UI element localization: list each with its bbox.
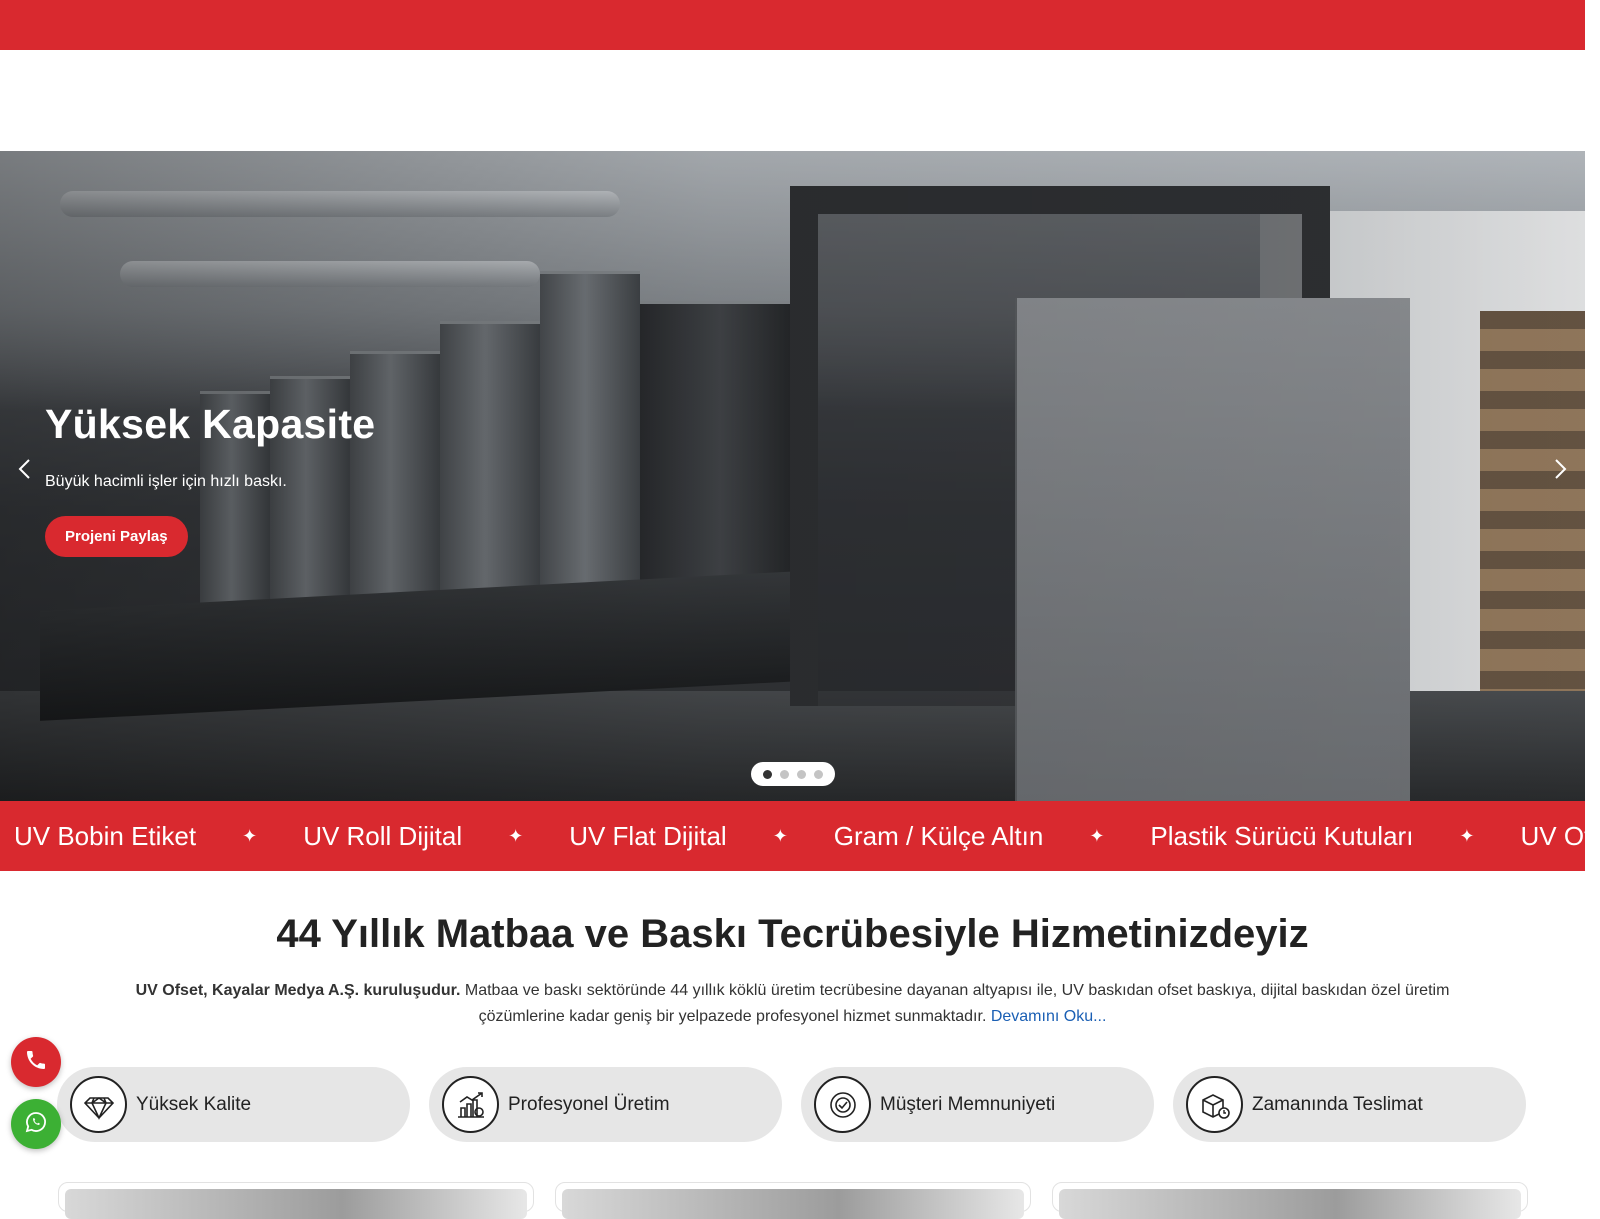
feature-label: Profesyonel Üretim [508,1093,670,1115]
whatsapp-icon [24,1110,48,1139]
whatsapp-button[interactable] [11,1099,61,1149]
top-bar [0,0,1585,50]
star-icon: ✦ [508,825,524,846]
feature-item-delivery: Zamanında Teslimat [1173,1067,1526,1142]
ticker-item: UV Bobin Etiket [14,820,197,851]
slider-dot[interactable] [797,769,806,779]
star-icon: ✦ [1459,825,1475,846]
header-area [0,50,1585,151]
diamond-icon [70,1076,127,1133]
star-icon: ✦ [1089,825,1105,846]
slider-pagination [751,762,835,786]
about-intro-text: Matbaa ve baskı sektöründe 44 yıllık kök… [460,982,1450,1025]
slider-dot[interactable] [814,769,823,779]
about-intro: UV Ofset, Kayalar Medya A.Ş. kuruluşudur… [100,978,1485,1030]
slider-dot[interactable] [780,769,789,779]
about-headline: 44 Yıllık Matbaa ve Baskı Tecrübesiyle H… [276,912,1309,956]
product-card[interactable] [1052,1182,1528,1219]
hero-title: Yüksek Kapasite [45,401,376,447]
product-card-image [562,1189,1024,1219]
feature-label: Zamanında Teslimat [1252,1093,1423,1115]
feature-label: Müşteri Memnuniyeti [880,1093,1056,1115]
product-card[interactable] [58,1182,534,1219]
prev-slide-arrow-icon[interactable] [14,457,38,481]
badge-icon [814,1076,871,1133]
product-card-image [1059,1189,1521,1219]
feature-label: Yüksek Kalite [136,1093,252,1115]
star-icon: ✦ [242,825,258,846]
ticker-item: Plastik Sürücü Kutuları [1150,820,1414,851]
ticker-item: Gram / Külçe Altın [833,820,1044,851]
service-ticker: UV Bobin Etiket ✦ UV Roll Dijital ✦ UV F… [0,801,1585,871]
hero-slider: Yüksek Kapasite Büyük hacimli işler için… [0,151,1585,801]
star-icon: ✦ [772,825,788,846]
product-card[interactable] [555,1182,1031,1219]
feature-list: Yüksek Kalite Profesyonel Üretim Müşteri… [57,1067,1527,1142]
ticker-item: UV Flat Dijital [569,820,727,851]
phone-icon [24,1048,48,1077]
ticker-item: UV Ofset [1520,820,1585,851]
product-card-image [65,1189,527,1219]
slider-dot[interactable] [763,769,772,779]
factory-chart-icon [442,1076,499,1133]
feature-item-production: Profesyonel Üretim [429,1067,782,1142]
about-intro-bold: UV Ofset, Kayalar Medya A.Ş. kuruluşudur… [135,982,461,999]
ticker-item: UV Roll Dijital [303,820,463,851]
hero-subtitle: Büyük hacimli işler için hızlı baskı. [45,473,287,490]
next-slide-arrow-icon[interactable] [1547,457,1571,481]
delivery-box-icon [1186,1076,1243,1133]
phone-call-button[interactable] [11,1037,61,1087]
read-more-link[interactable]: Devamını Oku... [991,1008,1107,1025]
share-project-button[interactable]: Projeni Paylaş [45,516,188,557]
feature-item-satisfaction: Müşteri Memnuniyeti [801,1067,1154,1142]
feature-item-quality: Yüksek Kalite [57,1067,410,1142]
